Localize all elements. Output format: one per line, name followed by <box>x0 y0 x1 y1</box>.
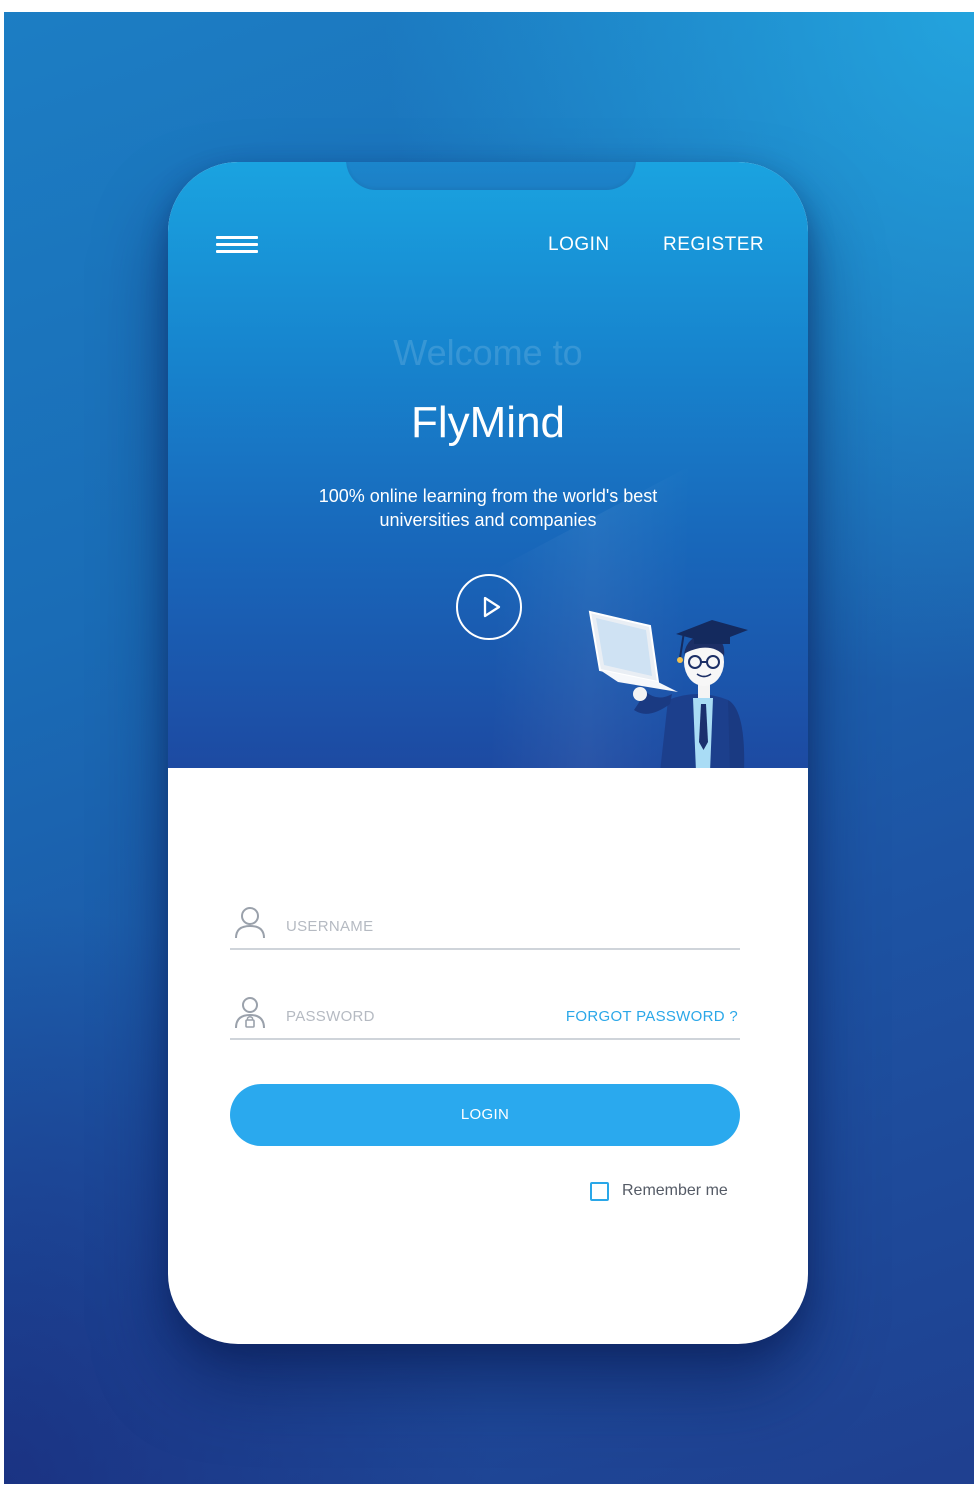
user-icon <box>235 907 265 939</box>
username-field[interactable]: USERNAME <box>230 900 740 950</box>
play-icon <box>483 596 501 618</box>
username-placeholder: USERNAME <box>286 918 374 935</box>
tagline-line-2: universities and companies <box>379 510 597 530</box>
phone-mockup: LOGIN REGISTER Welcome to FlyMind 100% o… <box>168 162 808 1344</box>
welcome-text: Welcome to <box>393 332 583 373</box>
password-placeholder: PASSWORD <box>286 1008 375 1025</box>
remember-me-label: Remember me <box>622 1182 728 1199</box>
hero-section: LOGIN REGISTER Welcome to FlyMind 100% o… <box>168 162 808 768</box>
tagline-line-1: 100% online learning from the world's be… <box>318 486 658 506</box>
hamburger-menu-icon[interactable] <box>216 236 258 254</box>
remember-me-option[interactable]: Remember me <box>590 1180 750 1204</box>
remember-me-checkbox[interactable] <box>590 1182 609 1201</box>
nav-login-link[interactable]: LOGIN <box>548 234 610 256</box>
graduate-illustration <box>588 610 748 768</box>
tagline: 100% online learning from the world's be… <box>278 484 698 532</box>
nav-register-link[interactable]: REGISTER <box>663 234 764 256</box>
forgot-password-link[interactable]: FORGOT PASSWORD ? <box>566 1008 738 1025</box>
user-lock-icon <box>235 997 265 1029</box>
password-field[interactable]: PASSWORD FORGOT PASSWORD ? <box>230 990 740 1040</box>
brand-title: FlyMind <box>410 398 566 447</box>
play-video-button[interactable] <box>456 574 522 640</box>
phone-notch <box>346 162 636 190</box>
login-button[interactable]: LOGIN <box>230 1084 740 1146</box>
